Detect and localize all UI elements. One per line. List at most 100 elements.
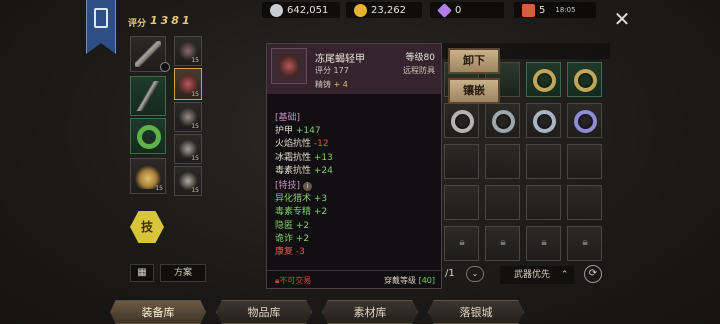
item-score: 评分 177 — [315, 66, 349, 75]
stat-line: 毒素专精 +2 — [275, 207, 328, 218]
close-icon[interactable]: ✕ — [612, 9, 632, 30]
inlay-button[interactable]: 镶嵌 — [448, 78, 500, 104]
stat-line: 毒素抗性 +24 — [275, 165, 333, 176]
bag-cell-empty[interactable] — [526, 144, 561, 179]
ring-icon — [451, 110, 474, 133]
item-level: 15 — [191, 155, 199, 162]
bag-cell-locked[interactable]: 🔒︎ — [526, 226, 561, 261]
chevron-down-icon[interactable]: ⌄ — [466, 266, 484, 282]
tab-equipment[interactable]: 装备库 — [110, 300, 206, 324]
silver-amount: 642,051 — [287, 4, 329, 16]
jade-ring-icon — [137, 125, 161, 149]
sword-icon — [135, 41, 161, 67]
bag-cell-empty[interactable] — [485, 144, 520, 179]
plan-button[interactable]: 方案 — [160, 264, 206, 282]
score-value: 1381 — [150, 14, 193, 27]
clock-time: 18:05 — [555, 6, 576, 14]
bag-cell[interactable] — [485, 103, 520, 138]
ticket-amount: 5 — [539, 4, 546, 16]
silver-coin-icon — [270, 3, 283, 17]
armor-art — [280, 55, 298, 77]
unequip-button[interactable]: 卸下 — [448, 48, 500, 74]
item-tooltip: 冻尾蝎轻甲 等级80 评分 177 远程防具 精铸 + 4 [基础] 护甲 +1… — [266, 43, 442, 289]
stat-line: 康复 -3 — [275, 247, 305, 258]
trade-status: 🔒︎不可交易 — [275, 276, 312, 285]
equip-slot-body-selected[interactable]: 15 — [174, 68, 202, 100]
lock-icon: 🔒︎ — [500, 237, 506, 248]
stat-line: 异化猎术 +3 — [275, 194, 328, 205]
page-indicator: /1 — [445, 268, 455, 279]
bag-cell-empty[interactable] — [444, 144, 479, 179]
bag-cell-empty[interactable] — [485, 185, 520, 220]
tab-town[interactable]: 落银城 — [428, 300, 524, 324]
bag-cell-locked[interactable]: 🔒︎ — [444, 226, 479, 261]
section-skill: [特技] i — [275, 180, 333, 193]
bag-cell-empty[interactable] — [526, 185, 561, 220]
stat-line: 火焰抗性 -12 — [275, 139, 329, 150]
item-level: 15 — [191, 123, 199, 130]
bag-cell[interactable] — [567, 103, 602, 138]
stat-line: 诡诈 +2 — [275, 233, 310, 244]
sort-label: 武器优先 — [514, 270, 551, 280]
tooltip-footer: 🔒︎不可交易 穿戴等级 [40] — [267, 270, 441, 288]
info-icon[interactable]: i — [302, 182, 312, 192]
bag-cell-locked[interactable]: 🔒︎ — [567, 226, 602, 261]
refine-label: 精铸 — [315, 80, 331, 89]
refine-value: + 4 — [333, 80, 348, 89]
equip-slot-gloves[interactable]: 15 — [174, 102, 202, 132]
stat-list: [基础] 护甲 +147 火焰抗性 -12 冰霜抗性 +13 毒素抗性 +24 … — [275, 112, 333, 259]
inventory-screen: 评分 1381 642,051 23,262 0 5 18:05 ✕ 15 15… — [0, 0, 720, 324]
item-class: 远程防具 — [403, 66, 435, 75]
bag-cell[interactable] — [526, 103, 561, 138]
item-level: 15 — [155, 185, 163, 192]
lock-icon: 🔒︎ — [582, 237, 588, 248]
score-label: 评分 — [128, 19, 147, 29]
bag-cell-empty[interactable] — [567, 144, 602, 179]
dagger-icon — [135, 81, 161, 111]
gold-coin-icon — [354, 3, 367, 17]
equip-slot-offhand[interactable] — [130, 76, 166, 116]
equip-slot-head[interactable]: 15 — [174, 36, 202, 66]
gold-amount: 23,262 — [371, 4, 406, 16]
currency-diamond: 0 — [430, 2, 504, 18]
ring-icon — [574, 110, 597, 133]
skill-button[interactable]: 技 — [130, 211, 164, 243]
slot-indicator-icon — [160, 62, 170, 72]
bag-cell[interactable] — [567, 62, 602, 97]
chevron-up-icon: ⌃ — [560, 270, 569, 280]
refresh-icon[interactable]: ⟳ — [584, 265, 602, 283]
lock-icon: 🔒︎ — [459, 237, 465, 248]
bag-cell-empty[interactable] — [444, 185, 479, 220]
grid-view-icon[interactable]: ▦ — [130, 264, 154, 282]
item-refine: 精铸 + 4 — [315, 79, 348, 90]
item-level: 等级80 — [405, 53, 435, 63]
stat-line: 冰霜抗性 +13 — [275, 152, 333, 163]
stat-line: 护甲 +147 — [275, 126, 321, 137]
ring-icon — [492, 110, 515, 133]
equip-slot-legs[interactable]: 15 — [174, 134, 202, 164]
ring-icon — [533, 69, 556, 92]
tooltip-header: 冻尾蝎轻甲 等级80 评分 177 远程防具 精铸 + 4 — [267, 44, 441, 94]
bag-cell[interactable] — [526, 62, 561, 97]
equip-slot-feet[interactable]: 15 — [174, 166, 202, 196]
ring-icon — [533, 110, 556, 133]
bag-cell[interactable] — [444, 103, 479, 138]
wear-requirement: 穿戴等级 [40] — [384, 276, 435, 285]
equip-slot-claw[interactable]: 15 — [130, 158, 166, 194]
stat-line: 隐匿 +2 — [275, 220, 310, 231]
bag-cell-empty[interactable] — [567, 185, 602, 220]
currency-gold: 23,262 — [346, 2, 422, 18]
equip-slot-ring[interactable] — [130, 118, 166, 154]
currency-ticket: 5 18:05 — [514, 2, 596, 18]
tab-items[interactable]: 物品库 — [216, 300, 312, 324]
tab-materials[interactable]: 素材库 — [322, 300, 418, 324]
bag-cell-locked[interactable]: 🔒︎ — [485, 226, 520, 261]
section-basic: [基础] — [275, 113, 301, 123]
armor-icon — [271, 48, 307, 84]
ring-icon — [574, 69, 597, 92]
sort-select[interactable]: 武器优先 ⌃ — [500, 266, 574, 284]
currency-silver: 642,051 — [262, 2, 340, 18]
diamond-icon — [437, 2, 452, 18]
diamond-amount: 0 — [455, 4, 462, 16]
banner-emblem-icon — [94, 8, 108, 28]
